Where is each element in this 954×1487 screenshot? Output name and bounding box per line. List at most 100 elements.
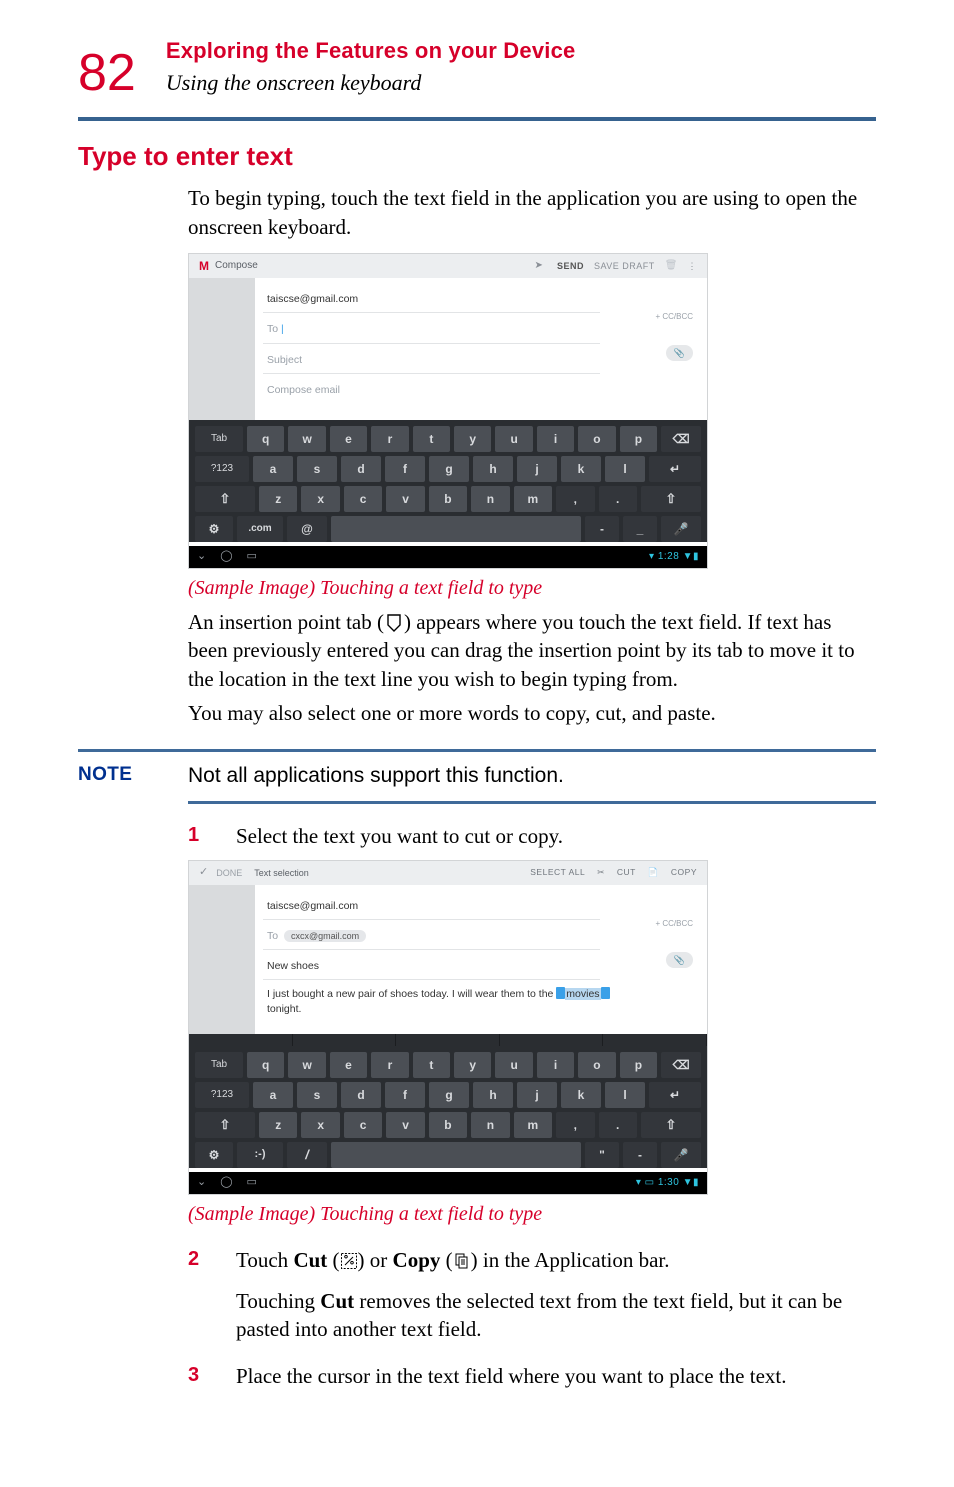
nav-back-icon[interactable]: ⌄ xyxy=(197,549,206,564)
subject-field-2[interactable]: New shoes xyxy=(263,953,600,980)
nav-recent-icon[interactable]: ▭ xyxy=(247,549,257,564)
key-enter[interactable]: ↵ xyxy=(649,456,701,482)
key-d-2[interactable]: d xyxy=(341,1082,381,1108)
key-underscore[interactable]: _ xyxy=(623,516,657,542)
key-s[interactable]: s xyxy=(297,456,337,482)
key-slash[interactable]: / xyxy=(287,1142,327,1168)
key-comma[interactable]: , xyxy=(556,486,594,512)
cut-button[interactable]: CUT xyxy=(617,867,636,878)
key-a-2[interactable]: a xyxy=(253,1082,293,1108)
key-k[interactable]: k xyxy=(561,456,601,482)
selected-text[interactable]: movies xyxy=(565,988,600,1000)
done-icon[interactable]: ✓ xyxy=(199,865,208,880)
key-g[interactable]: g xyxy=(429,456,469,482)
key-c-2[interactable]: c xyxy=(344,1112,382,1138)
key-period-2[interactable]: . xyxy=(599,1112,637,1138)
key-globe[interactable]: ⚙ xyxy=(195,516,233,542)
cc-bcc-button-2[interactable]: + CC/BCC xyxy=(655,919,693,930)
key-l[interactable]: l xyxy=(605,456,645,482)
key-f[interactable]: f xyxy=(385,456,425,482)
key-g-2[interactable]: g xyxy=(429,1082,469,1108)
recipient-chip[interactable]: cxcx@gmail.com xyxy=(284,930,366,942)
key-mic[interactable]: 🎤 xyxy=(661,516,701,542)
key-shift[interactable]: ⇧ xyxy=(195,486,255,512)
body-field[interactable]: Compose email xyxy=(263,377,600,403)
subject-field[interactable]: Subject xyxy=(263,347,600,374)
key-m[interactable]: m xyxy=(514,486,552,512)
key-backspace[interactable]: ⌫ xyxy=(661,426,701,452)
key-t-2[interactable]: t xyxy=(413,1052,450,1078)
key-e[interactable]: e xyxy=(330,426,367,452)
select-all-button[interactable]: SELECT ALL xyxy=(530,867,585,878)
key-globe-2[interactable]: ⚙ xyxy=(195,1142,233,1168)
key-h-2[interactable]: h xyxy=(473,1082,513,1108)
key-o-2[interactable]: o xyxy=(578,1052,615,1078)
key-shift-right-2[interactable]: ⇧ xyxy=(641,1112,701,1138)
trash-icon[interactable]: 🗑 xyxy=(665,259,678,273)
key-i-2[interactable]: i xyxy=(537,1052,574,1078)
key-y-2[interactable]: y xyxy=(454,1052,491,1078)
key-p-2[interactable]: p xyxy=(620,1052,657,1078)
key-d[interactable]: d xyxy=(341,456,381,482)
key-quote[interactable]: " xyxy=(585,1142,619,1168)
key-tab-2[interactable]: Tab xyxy=(195,1052,243,1078)
key-symbols-2[interactable]: ?123 xyxy=(195,1082,249,1108)
nav-recent-icon-2[interactable]: ▭ xyxy=(247,1175,257,1190)
key-tab[interactable]: Tab xyxy=(195,426,243,452)
key-symbols[interactable]: ?123 xyxy=(195,456,249,482)
cut-icon[interactable]: ✂ xyxy=(597,867,605,878)
key-y[interactable]: y xyxy=(454,426,491,452)
key-v[interactable]: v xyxy=(386,486,424,512)
key-t[interactable]: t xyxy=(413,426,450,452)
selection-handle-right[interactable] xyxy=(601,987,610,999)
key-i[interactable]: i xyxy=(537,426,574,452)
key-b[interactable]: b xyxy=(429,486,467,512)
key-j-2[interactable]: j xyxy=(517,1082,557,1108)
key-m-2[interactable]: m xyxy=(514,1112,552,1138)
nav-back-icon-2[interactable]: ⌄ xyxy=(197,1175,206,1190)
send-button[interactable]: SEND xyxy=(557,260,584,272)
key-s-2[interactable]: s xyxy=(297,1082,337,1108)
key-c[interactable]: c xyxy=(344,486,382,512)
key-o[interactable]: o xyxy=(578,426,615,452)
overflow-icon[interactable]: ⋮ xyxy=(688,260,698,272)
key-w-2[interactable]: w xyxy=(288,1052,325,1078)
nav-home-icon[interactable]: ◯ xyxy=(220,549,232,564)
to-field[interactable]: To | xyxy=(263,316,600,343)
to-field-2[interactable]: To cxcx@gmail.com xyxy=(263,923,600,950)
key-z[interactable]: z xyxy=(259,486,297,512)
key-shift-2[interactable]: ⇧ xyxy=(195,1112,255,1138)
key-j[interactable]: j xyxy=(517,456,557,482)
key-r-2[interactable]: r xyxy=(371,1052,408,1078)
attachment-chip[interactable]: 📎 xyxy=(666,345,693,361)
done-label[interactable]: DONE xyxy=(216,867,242,879)
key-comma-2[interactable]: , xyxy=(556,1112,594,1138)
key-x[interactable]: x xyxy=(301,486,339,512)
key-enter-2[interactable]: ↵ xyxy=(649,1082,701,1108)
key-x-2[interactable]: x xyxy=(301,1112,339,1138)
key-b-2[interactable]: b xyxy=(429,1112,467,1138)
key-k-2[interactable]: k xyxy=(561,1082,601,1108)
send-icon[interactable]: ➤ xyxy=(535,259,543,273)
key-backspace-2[interactable]: ⌫ xyxy=(661,1052,701,1078)
key-dash-2[interactable]: - xyxy=(623,1142,657,1168)
cc-bcc-button[interactable]: + CC/BCC xyxy=(655,312,693,323)
key-v-2[interactable]: v xyxy=(386,1112,424,1138)
key-r[interactable]: r xyxy=(371,426,408,452)
key-e-2[interactable]: e xyxy=(330,1052,367,1078)
key-space-2[interactable] xyxy=(331,1142,581,1168)
key-shift-right[interactable]: ⇧ xyxy=(641,486,701,512)
key-l-2[interactable]: l xyxy=(605,1082,645,1108)
onscreen-keyboard[interactable]: Tab q w e r t y u i o p ⌫ ?123 a s xyxy=(189,420,707,542)
key-mic-2[interactable]: 🎤 xyxy=(661,1142,701,1168)
key-h[interactable]: h xyxy=(473,456,513,482)
key-q[interactable]: q xyxy=(247,426,284,452)
nav-home-icon-2[interactable]: ◯ xyxy=(220,1175,232,1190)
save-draft-button[interactable]: SAVE DRAFT xyxy=(594,260,655,272)
onscreen-keyboard-2[interactable]: Tab q w e r t y u i o p ⌫ ?123 a s xyxy=(189,1046,707,1168)
key-z-2[interactable]: z xyxy=(259,1112,297,1138)
copy-icon[interactable]: 📄 xyxy=(648,867,659,878)
key-period[interactable]: . xyxy=(599,486,637,512)
attachment-chip-2[interactable]: 📎 xyxy=(666,952,693,968)
key-n[interactable]: n xyxy=(471,486,509,512)
